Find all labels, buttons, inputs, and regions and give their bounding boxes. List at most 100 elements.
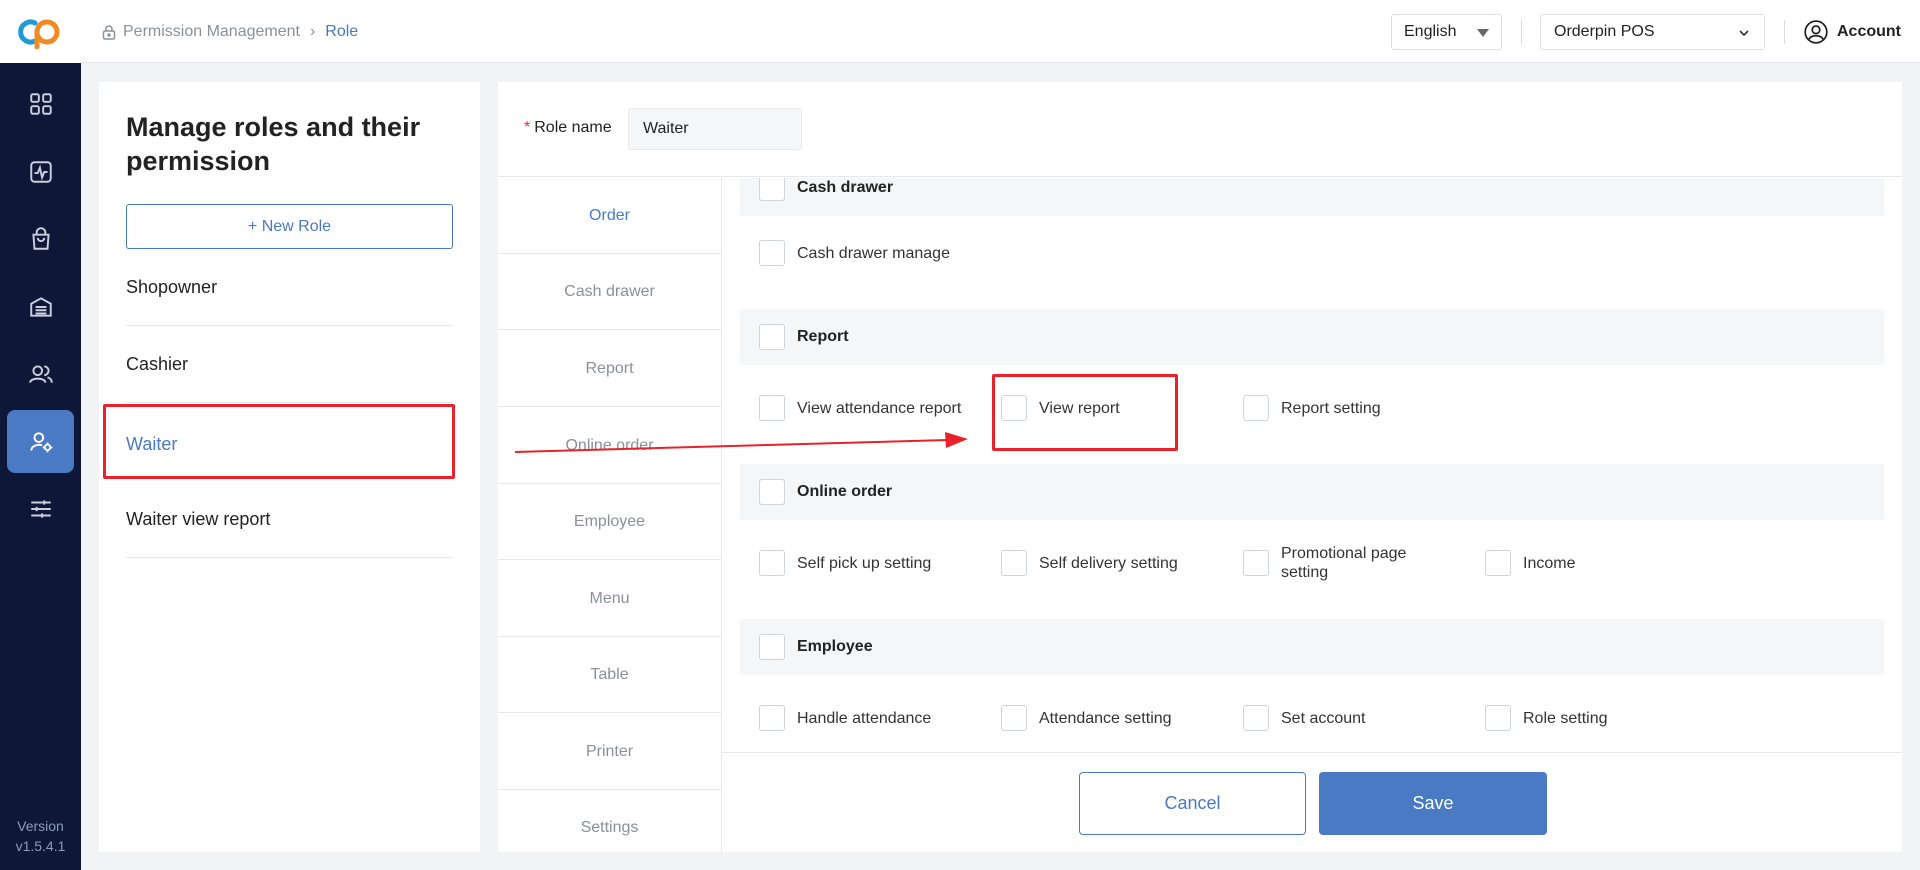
checkbox[interactable] [1001, 550, 1027, 576]
language-select[interactable]: English [1391, 14, 1502, 50]
group-checkbox-employee[interactable] [759, 634, 785, 660]
role-item-shopowner[interactable]: Shopowner [126, 249, 453, 326]
store-icon [29, 296, 52, 317]
perm-label: Cash drawer manage [797, 244, 950, 262]
perm-income[interactable]: Income [1485, 550, 1575, 576]
perm-label: Attendance setting [1039, 709, 1172, 727]
role-name-row: * Role name Waiter [498, 82, 1902, 177]
checkbox[interactable] [1243, 705, 1269, 731]
cancel-button[interactable]: Cancel [1079, 772, 1306, 835]
group-checkbox-report[interactable] [759, 324, 785, 350]
perm-label: Report setting [1281, 399, 1381, 417]
role-item-cashier[interactable]: Cashier [126, 326, 453, 403]
nav-orders[interactable] [7, 207, 74, 270]
checkbox[interactable] [1485, 550, 1511, 576]
activity-icon [29, 160, 52, 183]
tab-report[interactable]: Report [498, 331, 721, 407]
tab-table[interactable]: Table [498, 637, 721, 713]
header-divider [1521, 20, 1522, 44]
perm-promotional-page-setting[interactable]: Promotional page setting [1243, 544, 1421, 582]
language-value: English [1404, 23, 1457, 40]
group-title: Online order [797, 483, 893, 500]
checkbox[interactable] [759, 705, 785, 731]
perm-label: View attendance report [797, 399, 962, 417]
perm-label: Set account [1281, 709, 1366, 727]
nav-store[interactable] [7, 275, 74, 338]
nav-activity[interactable] [7, 140, 74, 203]
role-name-label-text: Role name [534, 119, 612, 136]
checkbox[interactable] [1243, 550, 1269, 576]
role-item-waiter-view-report[interactable]: Waiter view report [126, 481, 453, 558]
nav-dashboard[interactable] [7, 72, 74, 135]
app-logo[interactable] [0, 0, 81, 63]
perm-report-setting[interactable]: Report setting [1243, 395, 1381, 421]
chevron-down-icon [1739, 30, 1749, 37]
tab-employee[interactable]: Employee [498, 484, 721, 560]
tab-cash-drawer[interactable]: Cash drawer [498, 254, 721, 330]
group-title: Employee [797, 638, 873, 655]
perm-handle-attendance[interactable]: Handle attendance [759, 705, 931, 731]
group-title: Report [797, 328, 849, 345]
users-icon [28, 364, 53, 383]
perm-attendance-setting[interactable]: Attendance setting [1001, 705, 1172, 731]
group-checkbox-online-order[interactable] [759, 479, 785, 505]
perm-cash-drawer-manage[interactable]: Cash drawer manage [759, 240, 950, 266]
checkbox[interactable] [759, 395, 785, 421]
tab-online-order[interactable]: Online order [498, 408, 721, 484]
perm-self-pick-up-setting[interactable]: Self pick up setting [759, 550, 931, 576]
tab-settings[interactable]: Settings [498, 790, 721, 866]
perm-set-account[interactable]: Set account [1243, 705, 1366, 731]
account-label: Account [1837, 22, 1901, 40]
top-header: Permission Management › Role English Ord… [81, 0, 1920, 63]
perm-label: Promotional page setting [1281, 545, 1407, 581]
nav-settings[interactable] [7, 477, 74, 540]
orderpin-logo-icon [17, 19, 59, 49]
role-name-value: Waiter [643, 120, 689, 137]
perm-label: Handle attendance [797, 709, 932, 727]
perm-label: Role setting [1523, 709, 1608, 727]
group-checkbox-cash-drawer[interactable] [759, 178, 785, 201]
dashboard-icon [29, 92, 52, 115]
checkbox[interactable] [1243, 395, 1269, 421]
store-select[interactable]: Orderpin POS [1540, 14, 1765, 50]
sliders-icon [30, 499, 51, 518]
breadcrumb: Permission Management › Role [101, 0, 358, 63]
tab-order[interactable]: Order [498, 178, 721, 254]
annotation-highlight-view-report [992, 374, 1178, 451]
group-employee: Employee [740, 619, 1884, 675]
required-mark: * [524, 119, 531, 136]
group-report: Report [740, 309, 1884, 365]
perm-role-setting[interactable]: Role setting [1485, 705, 1608, 731]
account-icon [1804, 19, 1828, 44]
checkbox[interactable] [759, 550, 785, 576]
checkbox[interactable] [1485, 705, 1511, 731]
nav-users[interactable] [7, 342, 74, 405]
role-name-input[interactable]: Waiter [628, 108, 802, 150]
permission-tabs: Order Cash drawer Report Online order Em… [498, 178, 722, 852]
tab-menu[interactable]: Menu [498, 561, 721, 637]
group-title: Cash drawer [797, 179, 894, 196]
page-title: Manage roles and their permission [126, 112, 421, 176]
perm-label: Income [1523, 554, 1576, 572]
role-name-label: * Role name [524, 119, 612, 137]
app-version: Version v1.5.4.1 [0, 816, 81, 856]
account-menu[interactable]: Account [1803, 0, 1901, 63]
permissions-list: Cash drawer Cash drawer manage Report Vi… [740, 178, 1884, 752]
caret-down-icon [1477, 29, 1489, 37]
version-label: Version [17, 818, 64, 834]
nav-permissions[interactable] [7, 410, 74, 473]
perm-self-delivery-setting[interactable]: Self delivery setting [1001, 550, 1178, 576]
bag-icon [31, 226, 50, 250]
group-cash-drawer: Cash drawer [740, 178, 1884, 216]
lock-icon [102, 24, 116, 40]
new-role-button[interactable]: + New Role [126, 204, 453, 249]
save-button[interactable]: Save [1319, 772, 1547, 835]
breadcrumb-permission-management[interactable]: Permission Management [123, 23, 300, 41]
checkbox[interactable] [1001, 705, 1027, 731]
user-gear-icon [29, 431, 52, 452]
group-online-order: Online order [740, 464, 1884, 520]
perm-view-attendance-report[interactable]: View attendance report [759, 395, 961, 421]
app-sidebar: Version v1.5.4.1 [0, 0, 81, 870]
tab-printer[interactable]: Printer [498, 714, 721, 790]
checkbox[interactable] [759, 240, 785, 266]
